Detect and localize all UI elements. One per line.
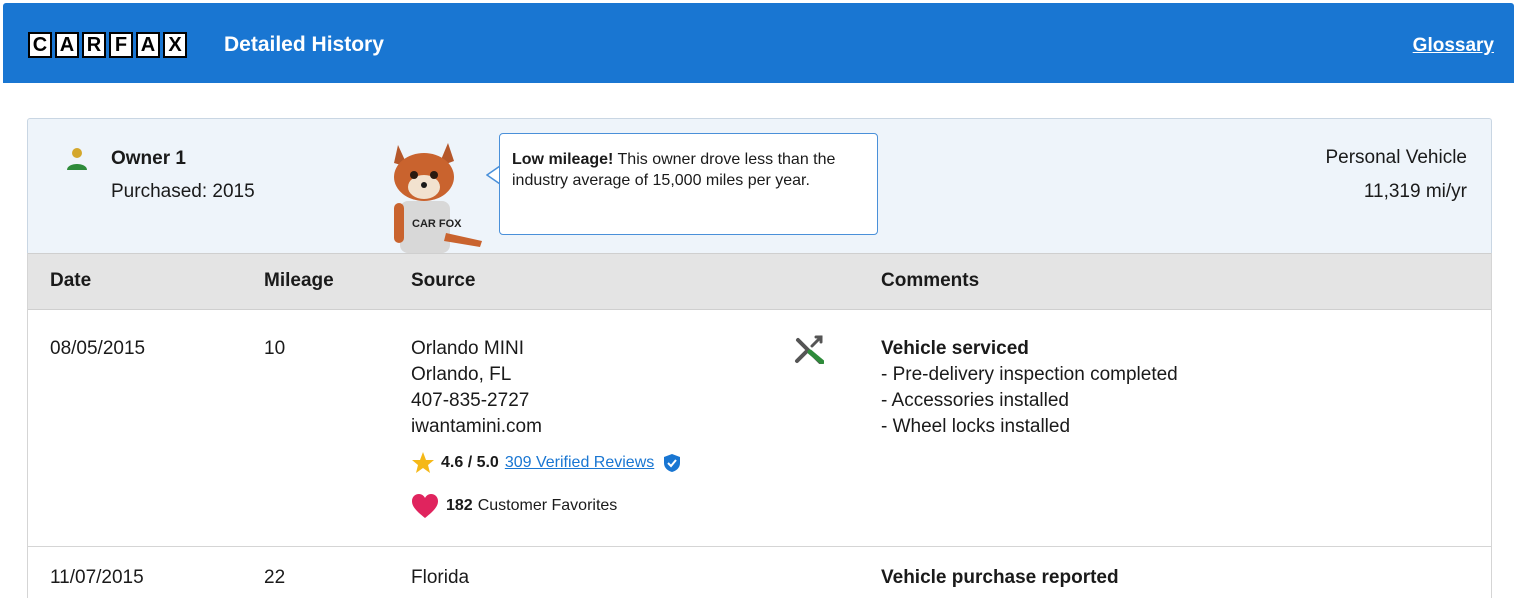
table-header: Date Mileage Source Comments bbox=[28, 253, 1491, 310]
tip-heading: Low mileage! bbox=[512, 151, 614, 168]
star-icon bbox=[412, 452, 434, 473]
row-date: 11/07/2015 bbox=[50, 567, 144, 588]
verified-reviews-link[interactable]: 309 Verified Reviews bbox=[505, 454, 654, 472]
service-tools-icon bbox=[795, 335, 824, 364]
miles-per-year: 11,319 mi/yr bbox=[1363, 181, 1467, 202]
row-date: 08/05/2015 bbox=[50, 338, 146, 359]
low-mileage-tip: Low mileage! This owner drove less than … bbox=[499, 133, 878, 235]
row-mileage: 22 bbox=[264, 567, 286, 588]
page-title: Detailed History bbox=[224, 33, 384, 56]
col-header-comments: Comments bbox=[881, 270, 980, 291]
comment-item: - Accessories installed bbox=[881, 390, 1069, 411]
comment-title: Vehicle purchase reported bbox=[881, 567, 1119, 588]
source-name: Orlando MINI bbox=[411, 338, 524, 359]
source-phone: 407-835-2727 bbox=[411, 390, 530, 411]
row-mileage: 10 bbox=[264, 338, 286, 359]
customer-favorites: 182 Customer Favorites bbox=[411, 493, 617, 519]
favorites-label: Customer Favorites bbox=[477, 497, 618, 514]
logo-letter: F bbox=[109, 32, 133, 58]
carfax-logo: C A R F A X bbox=[28, 32, 187, 60]
logo-letter: C bbox=[28, 32, 52, 58]
table-row: 08/05/2015 10 Orlando MINI Orlando, FL 4… bbox=[28, 310, 1491, 547]
mascot-shirt-text: CAR FOX bbox=[412, 218, 462, 230]
comment-item: - Pre-delivery inspection completed bbox=[881, 364, 1178, 385]
report-header: C A R F A X Detailed History Glossary bbox=[3, 3, 1514, 83]
source-website: iwantamini.com bbox=[411, 416, 542, 437]
row-source: Orlando MINI Orlando, FL 407-835-2727 iw… bbox=[411, 336, 542, 440]
vehicle-use-type: Personal Vehicle bbox=[1325, 147, 1467, 168]
rating-value: 4.6 / 5.0 bbox=[441, 454, 499, 471]
owner-purchase-year: Purchased: 2015 bbox=[111, 181, 255, 202]
logo-letter: R bbox=[82, 32, 106, 58]
owner-summary-panel: Owner 1 Purchased: 2015 CAR FOX Low mile… bbox=[27, 118, 1492, 254]
logo-letter: A bbox=[55, 32, 79, 58]
source-name: Florida bbox=[411, 567, 470, 588]
owner-name: Owner 1 bbox=[111, 148, 186, 169]
heart-icon bbox=[412, 494, 438, 518]
col-header-mileage: Mileage bbox=[264, 270, 334, 291]
logo-letter: X bbox=[163, 32, 187, 58]
carfox-mascot-icon: CAR FOX bbox=[394, 143, 482, 253]
verified-shield-icon bbox=[664, 454, 681, 472]
dealer-rating: 4.6 / 5.0 309 Verified Reviews bbox=[411, 451, 681, 475]
comment-item: - Wheel locks installed bbox=[881, 416, 1071, 437]
row-comments: Vehicle serviced - Pre-delivery inspecti… bbox=[881, 336, 1178, 440]
person-icon bbox=[67, 148, 87, 170]
history-table: Date Mileage Source Comments 08/05/2015 … bbox=[27, 253, 1492, 598]
table-row: 11/07/2015 22 Florida Vehicle purchase r… bbox=[28, 547, 1491, 598]
comment-title: Vehicle serviced bbox=[881, 338, 1029, 359]
logo-letter: A bbox=[136, 32, 160, 58]
glossary-link[interactable]: Glossary bbox=[1413, 35, 1494, 57]
col-header-date: Date bbox=[50, 270, 92, 291]
col-header-source: Source bbox=[411, 270, 476, 291]
source-location: Orlando, FL bbox=[411, 364, 512, 385]
favorites-count: 182 bbox=[446, 497, 473, 514]
